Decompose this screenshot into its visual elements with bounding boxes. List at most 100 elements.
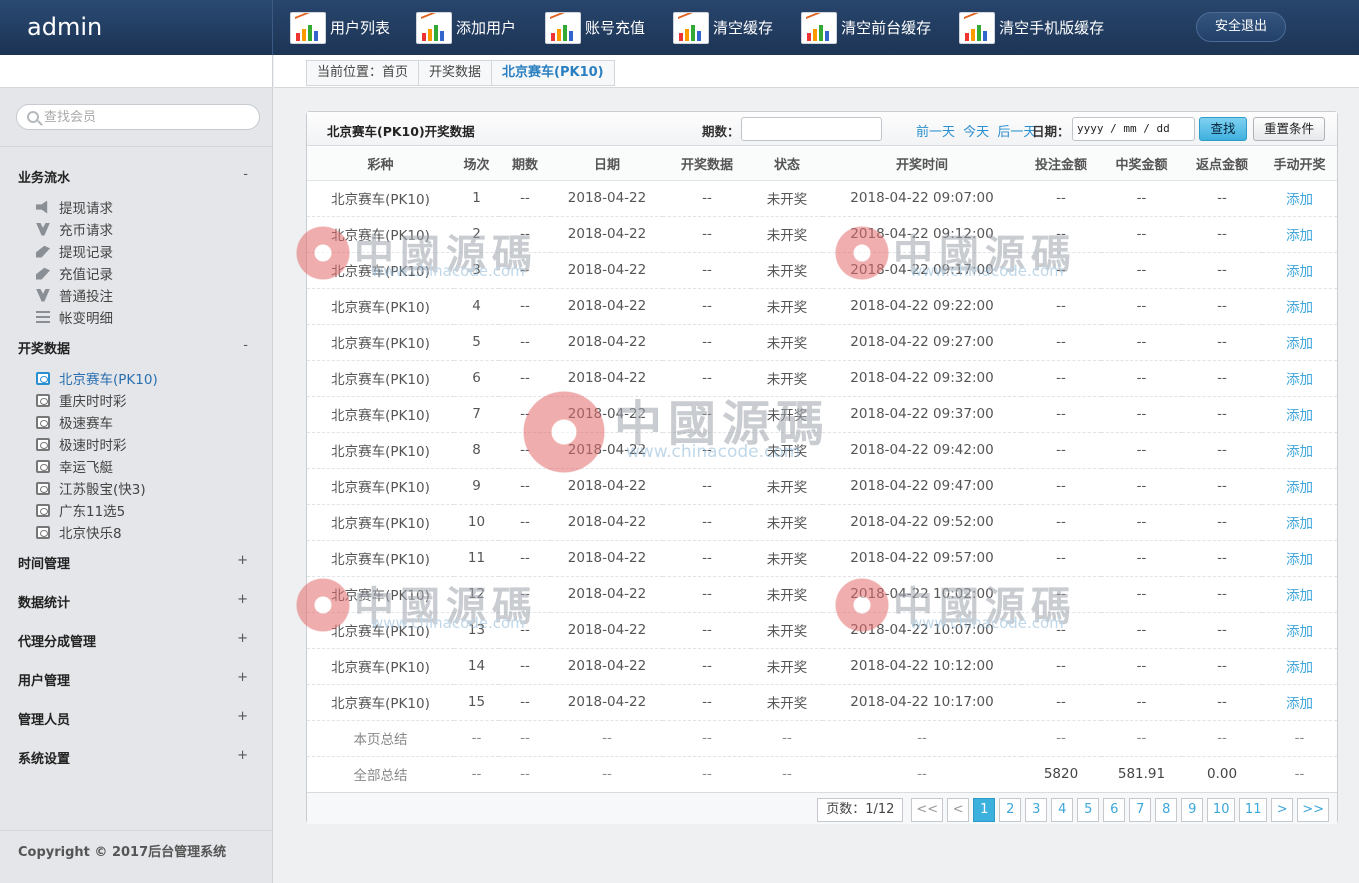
page-number-button[interactable]: 8 [1155,798,1178,822]
last-page-button[interactable]: >> [1297,798,1329,822]
table-cell: -- [1101,324,1182,361]
manual-draw-add-link[interactable]: 添加 [1262,576,1337,613]
manual-draw-add-link[interactable]: 添加 [1262,396,1337,433]
next-day-link[interactable]: 后一天 [997,125,1036,140]
date-input[interactable]: yyyy / mm / dd [1072,117,1195,141]
table-cell: -- [1101,648,1182,685]
sidebar-item-bjkl8[interactable]: 北京快乐8 [36,522,122,542]
sidebar-item-speed-ssc[interactable]: 极速时时彩 [36,434,127,454]
table-cell: 2018-04-22 [551,540,663,577]
group-system-settings[interactable]: 系统设置 + [18,748,248,767]
table-cell: -- [823,720,1021,757]
page-number-button[interactable]: 2 [999,798,1022,822]
table-cell: -- [1021,540,1101,577]
chart-icon [290,11,326,44]
manual-draw-add-link[interactable]: 添加 [1262,468,1337,505]
next-page-button[interactable]: > [1271,798,1294,822]
sidebar-item-account-changes[interactable]: 帐变明细 [36,307,113,327]
nav-clear-front-cache[interactable]: 清空前台缓存 [801,11,931,44]
member-search[interactable] [16,104,260,130]
manual-draw-add-link[interactable]: 添加 [1262,288,1337,325]
first-page-button[interactable]: << [911,798,944,822]
manual-draw-add-link[interactable]: 添加 [1262,324,1337,361]
draw-table: 彩种 场次 期数 日期 开奖数据 状态 开奖时间 投注金额 中奖金额 返点金额 手动开奖 北京赛车(… [307,147,1337,793]
manual-draw-add-link[interactable]: 添加 [1262,180,1337,217]
page-number-button[interactable]: 1 [973,798,996,822]
page-number-button[interactable]: 4 [1051,798,1074,822]
search-input[interactable] [44,109,244,125]
reset-button[interactable]: 重置条件 [1253,117,1325,141]
table-cell: -- [1021,648,1101,685]
table-cell: -- [1021,288,1101,325]
table-cell: -- [454,720,499,757]
nav-add-user[interactable]: 添加用户 [416,11,516,44]
table-cell: 北京赛车(PK10) [307,468,454,505]
table-cell: -- [1182,360,1262,397]
issue-label: 期数： [702,124,740,139]
find-button[interactable]: 查找 [1199,117,1247,141]
today-link[interactable]: 今天 [963,125,989,140]
nav-clear-mobile-cache[interactable]: 清空手机版缓存 [959,11,1104,44]
manual-draw-add-link[interactable]: 添加 [1262,252,1337,289]
table-cell: 2018-04-22 10:02:00 [823,576,1021,613]
table-cell: -- [663,612,751,649]
logout-button[interactable]: 安全退出 [1196,12,1286,42]
breadcrumb: 当前位置：首页 开奖数据 北京赛车(PK10) [306,60,615,86]
sidebar-item-deposit-records[interactable]: 充值记录 [36,263,113,283]
page-number-button[interactable]: 11 [1239,798,1268,822]
sidebar-item-withdraw-request[interactable]: 提现请求 [36,197,113,217]
group-user-management[interactable]: 用户管理 + [18,670,248,689]
page-number-button[interactable]: 5 [1077,798,1100,822]
table-cell: -- [551,756,663,793]
sidebar-item-deposit-request[interactable]: 充币请求 [36,219,113,239]
sidebar-item-gd11x5[interactable]: 广东11选5 [36,500,125,520]
table-cell: 7 [454,396,499,433]
manual-draw-add-link[interactable]: 添加 [1262,504,1337,541]
table-cell: -- [499,432,551,469]
sidebar-item-jiangsu-k3[interactable]: 江苏骰宝(快3) [36,478,146,498]
group-business[interactable]: 业务流水 - [18,167,248,186]
table-row: 北京赛车(PK10) 3 -- 2018-04-22 -- 未开奖 2018-04-22 0… [307,252,1337,289]
page-number-button[interactable]: 9 [1181,798,1204,822]
group-admins[interactable]: 管理人员 + [18,709,248,728]
page-number-button[interactable]: 6 [1103,798,1126,822]
breadcrumb-home[interactable]: 当前位置：首页 [307,61,420,85]
prev-day-link[interactable]: 前一天 [916,125,955,140]
sidebar-item-normal-bets[interactable]: 普通投注 [36,285,113,305]
table-cell: 0.00 [1182,756,1262,793]
issue-input[interactable] [741,117,882,141]
sidebar-item-lucky-airship[interactable]: 幸运飞艇 [36,456,113,476]
manual-draw-add-link[interactable]: 添加 [1262,360,1337,397]
page-numbers: 1 2 3 4 5 6 7 8 9 10 11 [969,798,1268,822]
nav-account-recharge[interactable]: 账号充值 [545,11,645,44]
manual-draw-add-link[interactable]: 添加 [1262,432,1337,469]
breadcrumb-parent[interactable]: 开奖数据 [419,61,493,85]
table-cell: 2018-04-22 10:07:00 [823,612,1021,649]
group-lottery-data[interactable]: 开奖数据 - [18,338,248,357]
table-cell: -- [1021,684,1101,721]
table-cell: -- [663,360,751,397]
sidebar-item-speed-racing[interactable]: 极速赛车 [36,412,113,432]
nav-user-list[interactable]: 用户列表 [290,11,390,44]
sidebar-item-pk10[interactable]: 北京赛车(PK10) [36,368,158,388]
page-number-button[interactable]: 3 [1025,798,1048,822]
manual-draw-add-link[interactable]: 添加 [1262,540,1337,577]
manual-draw-add-link[interactable]: 添加 [1262,648,1337,685]
table-cell: -- [1101,216,1182,253]
group-agent-commission[interactable]: 代理分成管理 + [18,631,248,650]
table-cell: -- [663,540,751,577]
table-cell: -- [1021,360,1101,397]
table-cell: -- [663,468,751,505]
sidebar-item-withdraw-records[interactable]: 提现记录 [36,241,113,261]
prev-page-button[interactable]: < [947,798,970,822]
page-number-button[interactable]: 7 [1129,798,1152,822]
nav-clear-cache[interactable]: 清空缓存 [673,11,773,44]
group-statistics[interactable]: 数据统计 + [18,592,248,611]
manual-draw-add-link[interactable]: 添加 [1262,612,1337,649]
table-row: 北京赛车(PK10) 6 -- 2018-04-22 -- 未开奖 2018-04-22 0… [307,360,1337,397]
page-number-button[interactable]: 10 [1207,798,1236,822]
group-time-management[interactable]: 时间管理 + [18,553,248,572]
manual-draw-add-link[interactable]: 添加 [1262,216,1337,253]
sidebar-item-cqssc[interactable]: 重庆时时彩 [36,390,127,410]
manual-draw-add-link[interactable]: 添加 [1262,684,1337,721]
